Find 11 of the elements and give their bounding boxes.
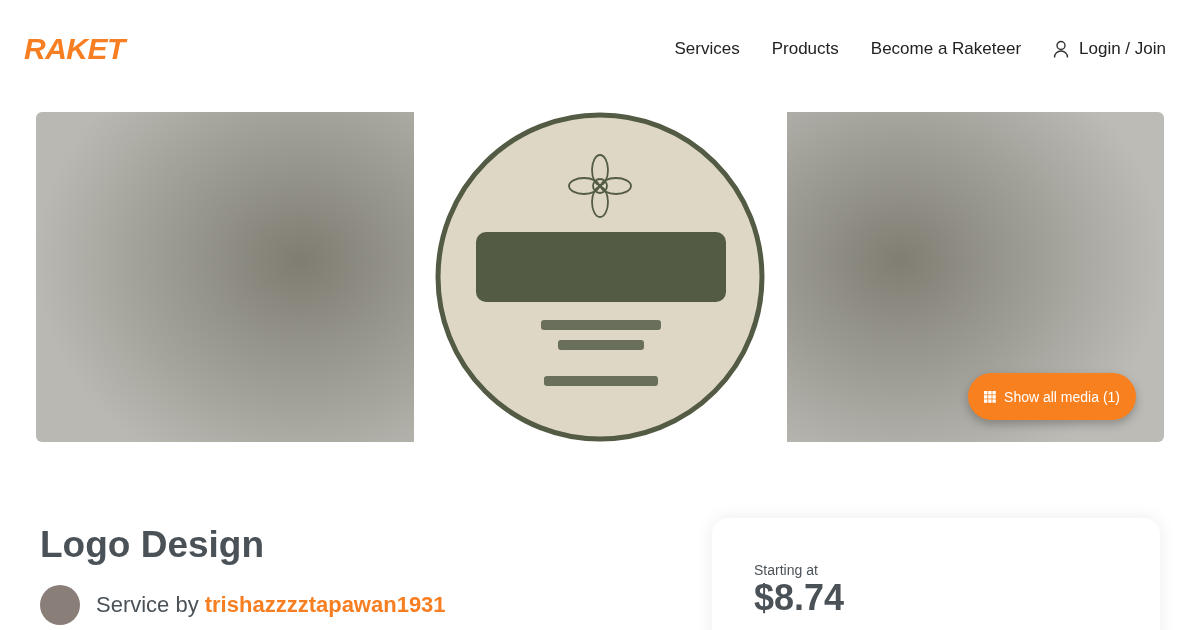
price: $8.74 xyxy=(754,578,845,618)
user-icon xyxy=(1053,40,1070,58)
login-link[interactable]: Login / Join xyxy=(1053,39,1166,59)
service-title: Logo Design xyxy=(40,526,266,563)
nav-link[interactable]: Become a Raketeer xyxy=(870,39,1022,59)
price-label: Starting at xyxy=(754,562,818,578)
nav-link[interactable]: Services xyxy=(674,39,740,59)
seller-prefix: Service by xyxy=(96,592,199,618)
grid-icon xyxy=(984,390,997,403)
nav-link[interactable]: Products xyxy=(771,39,839,59)
avatar xyxy=(40,585,80,625)
